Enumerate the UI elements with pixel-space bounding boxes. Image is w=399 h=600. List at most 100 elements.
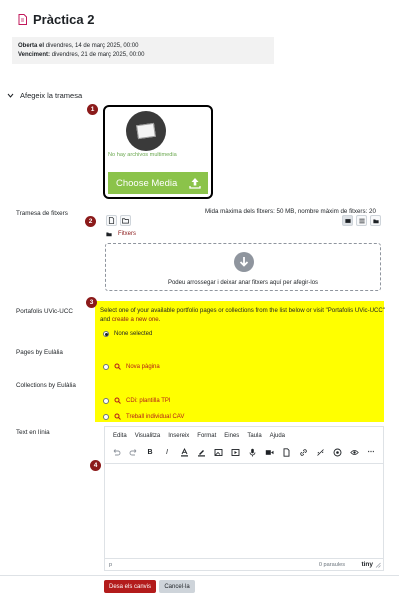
italic-icon[interactable]: I <box>162 447 172 457</box>
radio-page-item[interactable]: Nova pàgina <box>103 363 160 370</box>
redo-icon[interactable] <box>128 447 138 457</box>
h5p-icon[interactable] <box>332 447 342 457</box>
menu-tools[interactable]: Eines <box>224 433 239 439</box>
folder-view-icon <box>372 219 379 223</box>
step-badge-2: 2 <box>85 216 96 227</box>
more-icon[interactable]: ⋯ <box>366 447 376 457</box>
portfolio-text-end: . <box>158 316 161 323</box>
editor-menubar: Edita Visualitza Insereix Format Eines T… <box>113 433 285 439</box>
file-icon <box>108 217 115 224</box>
search-icon <box>114 397 121 404</box>
menu-table[interactable]: Taula <box>247 433 261 439</box>
due-date-value: divendres, 21 de març 2025, 00:00 <box>51 52 145 58</box>
page-title: Pràctica 2 <box>33 12 95 27</box>
open-date-row: Oberta el divendres, 14 de març 2025, 00… <box>18 42 268 51</box>
drop-zone-text: Podeu arrossegar i deixar anar fitxers a… <box>167 280 319 286</box>
radio-label: Treball individual CAV <box>126 413 185 420</box>
due-date-label: Venciment: <box>18 52 51 58</box>
section-title: Afegeix la tramesa <box>20 91 83 100</box>
search-icon <box>114 413 121 420</box>
image-icon[interactable] <box>213 447 223 457</box>
portfolio-label: Portafolis UVic-UCC <box>16 308 73 315</box>
radio-button[interactable] <box>103 363 109 370</box>
list-view-icon <box>358 218 365 223</box>
menu-insert[interactable]: Insereix <box>168 433 189 439</box>
file-icon[interactable] <box>281 447 291 457</box>
radio-none-selected[interactable]: None selected <box>103 331 152 337</box>
choose-media-label: Choose Media <box>116 177 178 189</box>
video-icon[interactable] <box>264 447 274 457</box>
tiny-logo: tiny <box>361 561 373 568</box>
form-divider <box>0 575 399 576</box>
step-badge-4: 4 <box>90 460 101 471</box>
bold-icon[interactable]: B <box>145 447 155 457</box>
rich-text-editor: Edita Visualitza Insereix Format Eines T… <box>104 426 384 571</box>
undo-icon[interactable] <box>111 447 121 457</box>
online-text-label: Text en línia <box>16 429 50 436</box>
due-date-row: Venciment: divendres, 21 de març 2025, 0… <box>18 51 268 60</box>
chevron-down-icon <box>7 93 14 98</box>
breadcrumb-files-link[interactable]: Fitxers <box>118 231 136 237</box>
highlight-color-icon[interactable] <box>196 447 206 457</box>
collections-label: Collections by Eulàlia <box>16 382 76 389</box>
breadcrumb: Fitxers <box>106 231 136 237</box>
menu-help[interactable]: Ajuda <box>270 433 285 439</box>
menu-view[interactable]: Visualitza <box>135 433 161 439</box>
radio-collection-item[interactable]: Treball individual CAV <box>103 413 184 420</box>
file-drop-zone[interactable]: Podeu arrossegar i deixar anar fitxers a… <box>105 243 381 291</box>
radio-button[interactable] <box>103 397 109 404</box>
add-file-button[interactable] <box>106 215 117 226</box>
max-size-text: Mida màxima dels fitxers: 50 MB, nombre … <box>205 208 376 215</box>
cancel-button[interactable]: Cancel·la <box>159 580 195 593</box>
step-badge-3: 3 <box>86 297 97 308</box>
resize-handle-icon[interactable] <box>375 562 381 568</box>
view-icons-button[interactable] <box>342 215 353 226</box>
media-thumbnail <box>126 111 166 151</box>
link-icon[interactable] <box>298 447 308 457</box>
media-picker: No hay archivos multimedia Choose Media <box>103 105 213 199</box>
save-button[interactable]: Desa els canvis <box>104 580 156 593</box>
word-count: 0 paraules <box>318 562 345 568</box>
no-media-text: No hay archivos multimedia <box>108 152 177 158</box>
open-date-label: Oberta el <box>18 43 45 49</box>
radio-label: Nova pàgina <box>126 363 160 370</box>
media-icon[interactable] <box>230 447 240 457</box>
radio-button[interactable] <box>103 331 109 337</box>
element-path: p <box>109 562 113 568</box>
menu-format[interactable]: Format <box>197 433 216 439</box>
microphone-icon[interactable] <box>247 447 257 457</box>
pages-label: Pages by Eulàlia <box>16 349 63 356</box>
view-list-button[interactable] <box>356 215 367 226</box>
accessibility-icon[interactable] <box>349 447 359 457</box>
folder-icon <box>122 218 129 224</box>
upload-icon <box>189 178 201 189</box>
text-color-icon[interactable] <box>179 447 189 457</box>
dates-panel: Oberta el divendres, 14 de març 2025, 00… <box>12 37 274 64</box>
file-submission-label: Tramesa de fitxers <box>16 210 68 217</box>
choose-media-button[interactable]: Choose Media <box>108 172 208 194</box>
download-circle-icon <box>234 252 254 272</box>
editor-toolbar: B I ⋯ <box>111 447 376 457</box>
grid-view-icon <box>344 218 351 223</box>
radio-label: CDi: plantilla TPI <box>126 397 171 404</box>
create-folder-button[interactable] <box>120 215 131 226</box>
view-tree-button[interactable] <box>370 215 381 226</box>
menu-edit[interactable]: Edita <box>113 433 127 439</box>
step-badge-1: 1 <box>87 104 98 115</box>
search-icon <box>114 363 121 370</box>
document-preview-icon <box>136 122 156 140</box>
radio-button[interactable] <box>103 413 109 420</box>
create-portfolio-link[interactable]: create a new one <box>112 316 159 323</box>
section-toggle[interactable]: Afegeix la tramesa <box>7 91 82 100</box>
arrow-down-icon <box>239 257 249 267</box>
unlink-icon[interactable] <box>315 447 325 457</box>
portfolio-panel: Select one of your available portfolio p… <box>95 301 385 422</box>
file-manager-toolbar <box>104 215 383 229</box>
editor-content-area[interactable] <box>105 463 383 559</box>
radio-label: None selected <box>114 331 153 337</box>
open-date-value: divendres, 14 de març 2025, 00:00 <box>45 43 139 49</box>
radio-collection-item[interactable]: CDi: plantilla TPI <box>103 397 171 404</box>
assignment-icon <box>18 14 27 25</box>
portfolio-instructions: Select one of your available portfolio p… <box>100 306 385 324</box>
editor-statusbar: p 0 paraules tiny <box>105 558 383 570</box>
